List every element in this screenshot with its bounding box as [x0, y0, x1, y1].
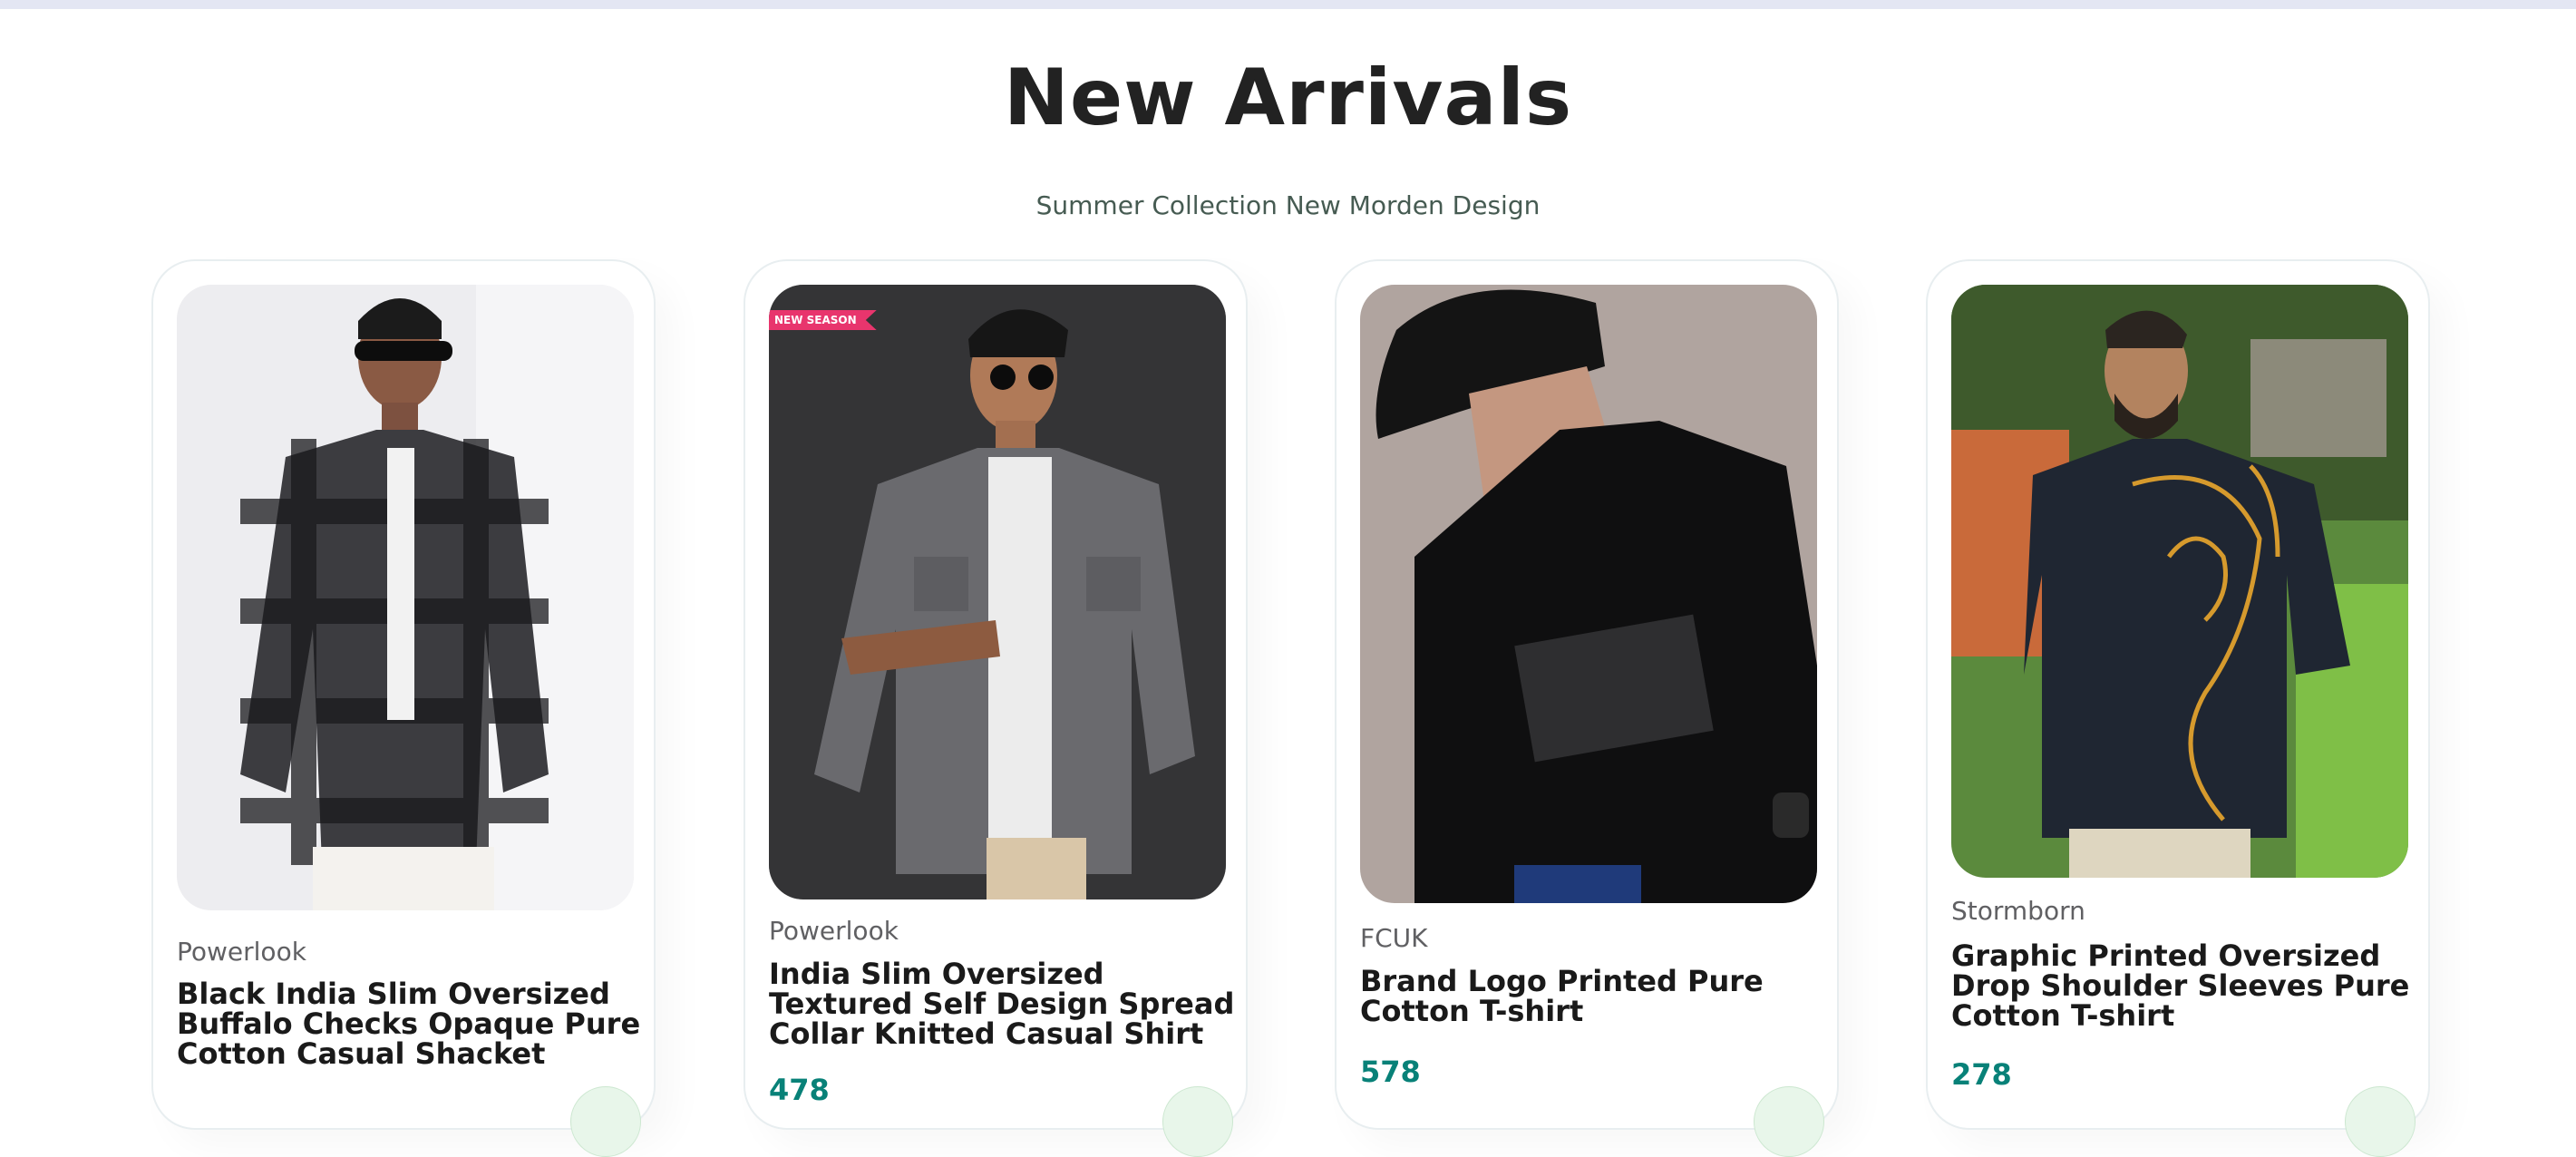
add-to-cart-button[interactable] [1754, 1086, 1824, 1157]
product-name[interactable]: India Slim Oversized Textured Self Desig… [769, 959, 1240, 1049]
product-brand: Stormborn [1951, 896, 2085, 926]
add-to-cart-button[interactable] [570, 1086, 641, 1157]
new-season-badge: NEW SEASON [769, 310, 877, 330]
product-image[interactable] [177, 285, 634, 910]
product-price: 278 [1951, 1057, 2012, 1092]
section-subtitle: Summer Collection New Morden Design [1035, 190, 1541, 220]
product-brand: Powerlook [769, 916, 899, 946]
product-image[interactable] [1360, 285, 1817, 903]
product-price: 478 [769, 1073, 830, 1107]
product-brand: FCUK [1360, 923, 1428, 953]
add-to-cart-button[interactable] [1162, 1086, 1233, 1157]
product-image[interactable] [1951, 285, 2408, 878]
product-image[interactable]: NEW SEASON [769, 285, 1226, 899]
product-name[interactable]: Graphic Printed Oversized Drop Shoulder … [1951, 941, 2423, 1031]
product-name[interactable]: Black India Slim Oversized Buffalo Check… [177, 979, 648, 1069]
add-to-cart-button[interactable] [2345, 1086, 2416, 1157]
product-card[interactable]: FCUK Brand Logo Printed Pure Cotton T-sh… [1335, 259, 1839, 1157]
product-card[interactable]: NEW SEASON Powerlook India Slim Oversize… [744, 259, 1248, 1157]
product-card[interactable]: Stormborn Graphic Printed Oversized Drop… [1926, 259, 2430, 1157]
product-card[interactable]: Powerlook Black India Slim Oversized Buf… [151, 259, 656, 1157]
product-name[interactable]: Brand Logo Printed Pure Cotton T-shirt [1360, 967, 1832, 1026]
product-brand: Powerlook [177, 937, 306, 967]
product-price: 578 [1360, 1055, 1421, 1089]
top-divider [0, 0, 2576, 9]
section-title: New Arrivals [1003, 53, 1573, 143]
